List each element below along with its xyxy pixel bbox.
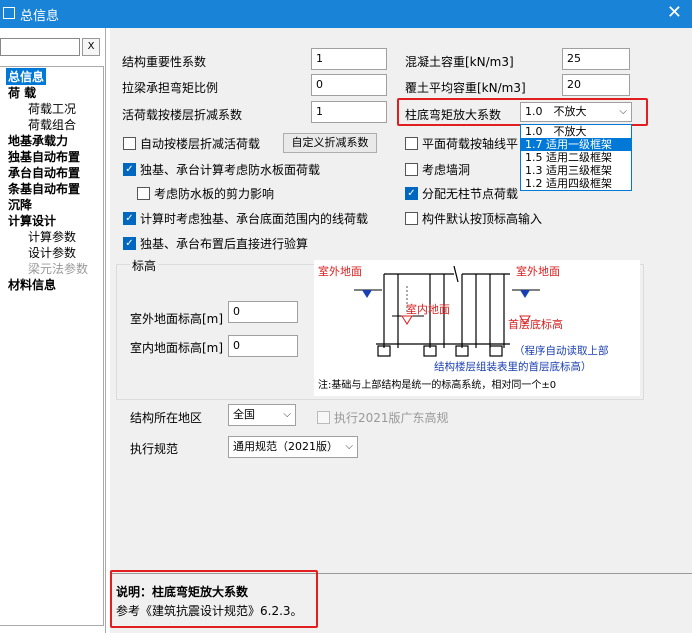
line-load-label: 计算时考虑独基、承台底面范围内的线荷载 — [140, 212, 369, 226]
indoor-elevation-input[interactable]: 0 — [228, 335, 298, 357]
live-load-reduction-input[interactable]: 1 — [311, 101, 387, 123]
diagram-note: 注:基础与上部结构是统一的标高系统，相对同一个±0 — [318, 378, 556, 391]
auto-reduction-checkbox[interactable]: 自动按楼层折减活荷载 — [123, 135, 260, 152]
indoor-ground-label: 室内地面 — [406, 302, 450, 316]
tie-beam-moment-label: 拉梁承担弯矩比例 — [122, 81, 219, 95]
tree-item-beam-params[interactable]: 梁元法参数 — [28, 260, 88, 277]
tree-item-calc-design[interactable]: 计算设计 — [8, 212, 56, 229]
checkbox-checked-icon: ✓ — [123, 212, 136, 225]
first-floor-elev-label: 首层底标高 — [508, 317, 563, 331]
checkbox-checked-icon: ✓ — [123, 163, 136, 176]
tree-item-isolated[interactable]: 独基自动布置 — [8, 148, 80, 165]
checkbox-checked-icon: ✓ — [405, 187, 418, 200]
checkbox-unchecked-icon — [405, 163, 418, 176]
tree-item-settlement[interactable]: 沉降 — [8, 196, 32, 213]
default-elevation-label: 构件默认按顶标高输入 — [422, 212, 543, 226]
dropdown-option[interactable]: 1.2 适用四级框架 — [521, 177, 631, 190]
line-load-checkbox[interactable]: ✓ 计算时考虑独基、承台底面范围内的线荷载 — [123, 210, 368, 227]
custom-reduction-button[interactable]: 自定义折减系数 — [283, 133, 377, 153]
tree-item-load[interactable]: 荷 载 — [8, 84, 36, 101]
distribute-load-label: 分配无柱节点荷载 — [422, 187, 519, 201]
elevation-diagram: 室外地面 室外地面 室内地面 首层底标高 （程序自动读取上部 结构楼层组装表里的… — [314, 260, 640, 396]
tree-item-load-cases[interactable]: 荷载工况 — [28, 100, 76, 117]
outdoor-elevation-input[interactable]: 0 — [228, 301, 298, 323]
chevron-down-icon: ⌵ — [283, 409, 291, 420]
guangdong-label: 执行2021版广东高规 — [334, 411, 449, 425]
checkbox-unchecked-icon — [123, 137, 136, 150]
code-label: 执行规范 — [130, 442, 179, 456]
clear-search-button[interactable]: X — [82, 38, 100, 56]
outdoor-elevation-label: 室外地面标高[m] — [130, 312, 224, 326]
distribute-load-checkbox[interactable]: ✓ 分配无柱节点荷载 — [405, 185, 518, 202]
left-panel: X 总信息 荷 载 荷载工况 荷载组合 地基承载力 独基自动布置 承台自动布置 … — [0, 28, 106, 633]
default-elevation-checkbox[interactable]: 构件默认按顶标高输入 — [405, 210, 542, 227]
region-select[interactable]: 全国 ⌵ — [228, 404, 296, 426]
tree-item-general[interactable]: 总信息 — [6, 68, 47, 85]
column-moment-dropdown: 1.0 不放大 1.7 适用一级框架 1.5 适用二级框架 1.3 适用三级框架… — [520, 124, 632, 191]
waterproof-load-checkbox[interactable]: ✓ 独基、承台计算考虑防水板面荷载 — [123, 161, 320, 178]
main-panel: 结构重要性系数 1 拉梁承担弯矩比例 0 活荷载按楼层折减系数 1 混凝土容重[… — [110, 28, 692, 573]
live-load-reduction-label: 活荷载按楼层折减系数 — [122, 108, 243, 122]
soil-density-label: 覆土平均容重[kN/m3] — [405, 81, 526, 95]
tree-item-calc-params[interactable]: 计算参数 — [28, 228, 76, 245]
indoor-elevation-label: 室内地面标高[m] — [130, 341, 224, 355]
highlight-box-column-moment — [397, 98, 648, 126]
tree-item-material[interactable]: 材料信息 — [8, 276, 56, 293]
auto-reduction-label: 自动按楼层折减活荷载 — [140, 137, 261, 151]
dropdown-option[interactable]: 1.5 适用二级框架 — [521, 151, 631, 164]
auto-read-text-1: （程序自动读取上部 — [514, 344, 609, 357]
region-label: 结构所在地区 — [130, 411, 203, 425]
structure-importance-input[interactable]: 1 — [311, 48, 387, 70]
elevation-group-title: 标高 — [130, 257, 159, 274]
code-select[interactable]: 通用规范（2021版） ⌵ — [228, 436, 358, 458]
close-icon[interactable]: ✕ — [667, 2, 682, 24]
guangdong-checkbox[interactable]: 执行2021版广东高规 — [317, 409, 449, 426]
tree-item-strip[interactable]: 条基自动布置 — [8, 180, 80, 197]
shear-effect-checkbox[interactable]: 考虑防水板的剪力影响 — [137, 185, 274, 202]
auto-read-text-2: 结构楼层组装表里的首层底标高） — [434, 360, 592, 373]
wall-hole-label: 考虑墙洞 — [422, 163, 471, 177]
highlight-box-description — [110, 570, 318, 628]
checkbox-unchecked-icon — [405, 137, 418, 150]
tree-item-bearing[interactable]: 地基承载力 — [8, 132, 68, 149]
tie-beam-moment-input[interactable]: 0 — [311, 74, 387, 96]
window-title: 总信息 — [20, 9, 60, 24]
checkbox-disabled-icon — [317, 411, 330, 424]
plane-load-checkbox[interactable]: 平面荷载按轴线平 — [405, 135, 520, 152]
outdoor-ground-left-label: 室外地面 — [318, 264, 362, 278]
title-bar: 总信息 ✕ — [0, 0, 692, 28]
checkbox-checked-icon: ✓ — [123, 237, 136, 250]
concrete-density-label: 混凝土容重[kN/m3] — [405, 55, 514, 69]
tree-item-load-combos[interactable]: 荷载组合 — [28, 116, 76, 133]
structure-importance-label: 结构重要性系数 — [122, 55, 207, 69]
app-icon — [3, 7, 15, 19]
foundation-diagram-svg: 室外地面 室外地面 室内地面 首层底标高 （程序自动读取上部 结构楼层组装表里的… — [318, 264, 609, 391]
direct-check-checkbox[interactable]: ✓ 独基、承台布置后直接进行验算 — [123, 235, 308, 252]
dropdown-option[interactable]: 1.0 不放大 — [521, 125, 631, 138]
code-value: 通用规范（2021版） — [233, 440, 338, 453]
chevron-down-icon: ⌵ — [345, 441, 353, 452]
wall-hole-checkbox[interactable]: 考虑墙洞 — [405, 161, 470, 178]
soil-density-input[interactable]: 20 — [562, 74, 630, 96]
shear-effect-label: 考虑防水板的剪力影响 — [154, 187, 275, 201]
dropdown-option[interactable]: 1.3 适用三级框架 — [521, 164, 631, 177]
outdoor-ground-right-label: 室外地面 — [516, 264, 560, 278]
search-input[interactable] — [0, 38, 80, 56]
waterproof-load-label: 独基、承台计算考虑防水板面荷载 — [140, 163, 321, 177]
region-value: 全国 — [233, 408, 255, 421]
direct-check-label: 独基、承台布置后直接进行验算 — [140, 237, 309, 251]
plane-load-label: 平面荷载按轴线平 — [422, 137, 519, 151]
checkbox-unchecked-icon — [137, 187, 150, 200]
checkbox-unchecked-icon — [405, 212, 418, 225]
tree-item-pilecap[interactable]: 承台自动布置 — [8, 164, 80, 181]
dropdown-option-selected[interactable]: 1.7 适用一级框架 — [521, 138, 631, 151]
nav-tree: 总信息 荷 载 荷载工况 荷载组合 地基承载力 独基自动布置 承台自动布置 条基… — [0, 66, 104, 626]
concrete-density-input[interactable]: 25 — [562, 48, 630, 70]
tree-item-design-params[interactable]: 设计参数 — [28, 244, 76, 261]
